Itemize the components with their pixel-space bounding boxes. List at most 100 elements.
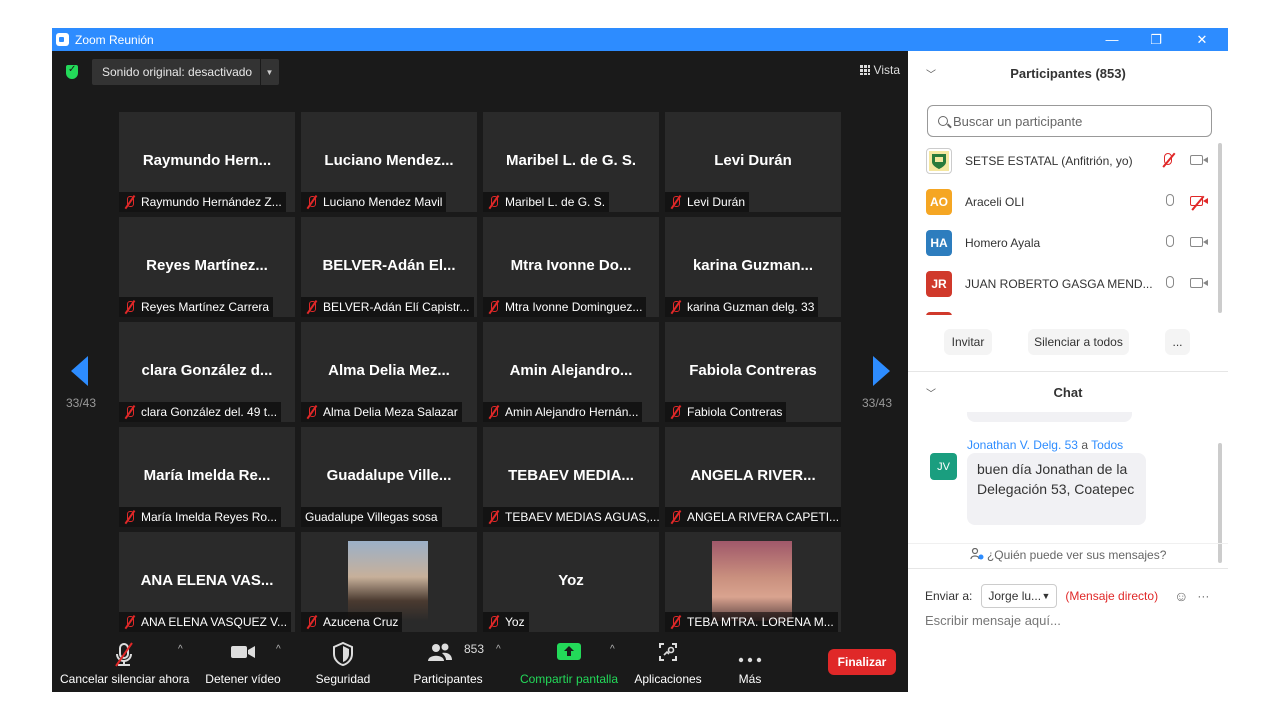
video-tile[interactable]: TEBAEV MEDIA... TEBAEV MEDIAS AGUAS,...: [483, 427, 659, 527]
recipient-value: Jorge lu...: [988, 589, 1042, 603]
who-can-see-link[interactable]: ¿Quién puede ver sus mensajes?: [908, 547, 1228, 562]
next-page-arrow-icon[interactable]: [873, 356, 890, 386]
participant-name-text: Luciano Mendez Mavil: [323, 195, 443, 209]
participant-display-name: karina Guzman...: [692, 257, 814, 274]
collapse-chevron-icon[interactable]: ﹀: [926, 66, 936, 81]
restore-button[interactable]: ❐: [1134, 28, 1178, 51]
participant-display-name: BELVER-Adán El...: [322, 257, 456, 274]
participant-row[interactable]: HA Homero Ayala: [926, 222, 1216, 263]
view-button[interactable]: Vista: [859, 63, 900, 77]
microphone-muted-icon: [305, 300, 319, 314]
audio-options-caret-icon[interactable]: ^: [178, 644, 183, 655]
participant-row[interactable]: AO Araceli OLI: [926, 181, 1216, 222]
microphone-icon[interactable]: [1166, 194, 1174, 209]
original-sound-button[interactable]: Sonido original: desactivado ▼: [92, 59, 279, 85]
participant-row[interactable]: JR JUAN ROBERTO GASGA MEND...: [926, 263, 1216, 304]
video-tile[interactable]: Fabiola Contreras Fabiola Contreras: [665, 322, 841, 422]
microphone-muted-icon: [123, 405, 137, 419]
mute-all-button[interactable]: Silenciar a todos: [1028, 329, 1129, 355]
chat-message-input[interactable]: Escribir mensaje aquí...: [925, 613, 1061, 628]
end-meeting-button[interactable]: Finalizar: [828, 649, 896, 675]
more-dots-icon[interactable]: ···: [1197, 589, 1209, 603]
participant-name-label: Maribel L. de G. S.: [483, 192, 610, 212]
participants-count: 853: [464, 642, 485, 656]
video-camera-icon[interactable]: [1190, 236, 1208, 250]
microphone-muted-icon: [487, 615, 501, 629]
participant-search-input[interactable]: Buscar un participante: [927, 105, 1212, 137]
apps-button[interactable]: Aplicaciones: [634, 634, 702, 692]
close-button[interactable]: ✕: [1180, 28, 1224, 51]
window-title: Zoom Reunión: [75, 32, 154, 47]
participant-row[interactable]: SETSE ESTATAL (Anfitrión, yo): [926, 140, 1216, 181]
direct-message-label: (Mensaje directo): [1065, 589, 1159, 603]
video-tile[interactable]: Guadalupe Ville... Guadalupe Villegas sos…: [301, 427, 477, 527]
participant-name-label: TEBA MTRA. LORENA M...: [665, 612, 838, 632]
video-tile[interactable]: clara González d... clara González del. 4…: [119, 322, 295, 422]
microphone-icon[interactable]: [1166, 235, 1174, 250]
side-panel: ﹀ Participantes (853) Buscar un particip…: [908, 51, 1228, 692]
video-tile[interactable]: karina Guzman... karina Guzman delg. 33: [665, 217, 841, 317]
avatar: [926, 311, 952, 315]
stop-video-button[interactable]: Detener vídeo: [202, 634, 284, 692]
video-tile[interactable]: Maribel L. de G. S. Maribel L. de G. S.: [483, 112, 659, 212]
send-to-row: Enviar a: Jorge lu... ▼ (Mensaje directo…: [925, 584, 1209, 608]
microphone-muted-icon: [305, 615, 319, 629]
video-tile[interactable]: Azucena Cruz: [301, 532, 477, 632]
encryption-shield-icon[interactable]: [66, 64, 78, 79]
view-label: Vista: [873, 63, 900, 77]
more-options-button[interactable]: ...: [1165, 329, 1190, 355]
participant-display-name: Raymundo Hern...: [142, 152, 272, 169]
video-tile[interactable]: Luciano Mendez... Luciano Mendez Mavil: [301, 112, 477, 212]
video-tile[interactable]: Alma Delia Mez... Alma Delia Meza Salazar: [301, 322, 477, 422]
microphone-muted-icon: [487, 405, 501, 419]
participant-row[interactable]: [926, 304, 1216, 315]
invite-button[interactable]: Invitar: [944, 329, 992, 355]
participant-name: Araceli OLI: [965, 194, 1025, 209]
sender-name[interactable]: Jonathan V. Delg. 53: [967, 438, 1078, 452]
microphone-icon[interactable]: [1166, 276, 1174, 291]
video-tile[interactable]: ANGELA RIVER... ANGELA RIVERA CAPETI...: [665, 427, 841, 527]
minimize-button[interactable]: —: [1090, 28, 1134, 51]
video-tile[interactable]: Reyes Martínez... Reyes Martínez Carrera: [119, 217, 295, 317]
microphone-muted-icon: [112, 642, 136, 671]
share-screen-button[interactable]: Compartir pantalla: [518, 634, 620, 692]
microphone-muted-icon[interactable]: [1164, 153, 1172, 168]
video-tile[interactable]: Mtra Ivonne Do... Mtra Ivonne Dominguez..…: [483, 217, 659, 317]
meeting-toolbar: Cancelar silenciar ahora ^ Detener vídeo…: [52, 634, 908, 692]
more-button[interactable]: Más: [728, 634, 772, 692]
participant-name: Homero Ayala: [965, 235, 1041, 250]
video-tile[interactable]: ANA ELENA VAS... ANA ELENA VASQUEZ V...: [119, 532, 295, 632]
video-tile[interactable]: TEBA MTRA. LORENA M...: [665, 532, 841, 632]
video-tile[interactable]: María Imelda Re... María Imelda Reyes Ro.…: [119, 427, 295, 527]
apps-icon: [658, 642, 678, 665]
participant-name-label: Reyes Martínez Carrera: [119, 297, 274, 317]
security-button[interactable]: Seguridad: [310, 634, 376, 692]
collapse-chevron-icon[interactable]: ﹀: [926, 385, 936, 400]
video-tile[interactable]: Amin Alejandro... Amin Alejandro Hernán..…: [483, 322, 659, 422]
video-camera-icon[interactable]: [1190, 277, 1208, 291]
participants-caret-icon[interactable]: ^: [496, 644, 501, 655]
video-grid: Raymundo Hern... Raymundo Hernández Z... L…: [119, 112, 843, 632]
video-tile[interactable]: Yoz Yoz: [483, 532, 659, 632]
recipient-select[interactable]: Jorge lu... ▼: [981, 584, 1058, 608]
grid-icon: [859, 65, 870, 75]
video-camera-icon[interactable]: [1190, 154, 1208, 168]
participants-button[interactable]: 853 Participantes: [408, 634, 488, 692]
who-can-see-label: ¿Quién puede ver sus mensajes?: [986, 548, 1167, 562]
previous-page-arrow-icon[interactable]: [71, 356, 88, 386]
video-tile[interactable]: Levi Durán Levi Durán: [665, 112, 841, 212]
video-off-icon[interactable]: [1190, 195, 1208, 209]
video-tile[interactable]: BELVER-Adán El... BELVER-Adán Elí Capistr…: [301, 217, 477, 317]
participant-name-label: Raymundo Hernández Z...: [119, 192, 286, 212]
chevron-down-icon[interactable]: ▼: [260, 59, 278, 85]
chat-scrollbar[interactable]: [1218, 443, 1222, 563]
video-options-caret-icon[interactable]: ^: [276, 644, 281, 655]
unmute-button[interactable]: Cancelar silenciar ahora: [60, 634, 189, 692]
share-options-caret-icon[interactable]: ^: [610, 644, 615, 655]
chat-title: Chat: [1053, 384, 1083, 400]
participants-label: Participantes: [413, 672, 483, 686]
video-tile[interactable]: Raymundo Hern... Raymundo Hernández Z...: [119, 112, 295, 212]
emoji-icon[interactable]: ☺: [1174, 588, 1188, 604]
recipient-name: Todos: [1091, 438, 1124, 452]
participants-scrollbar[interactable]: [1218, 143, 1222, 313]
